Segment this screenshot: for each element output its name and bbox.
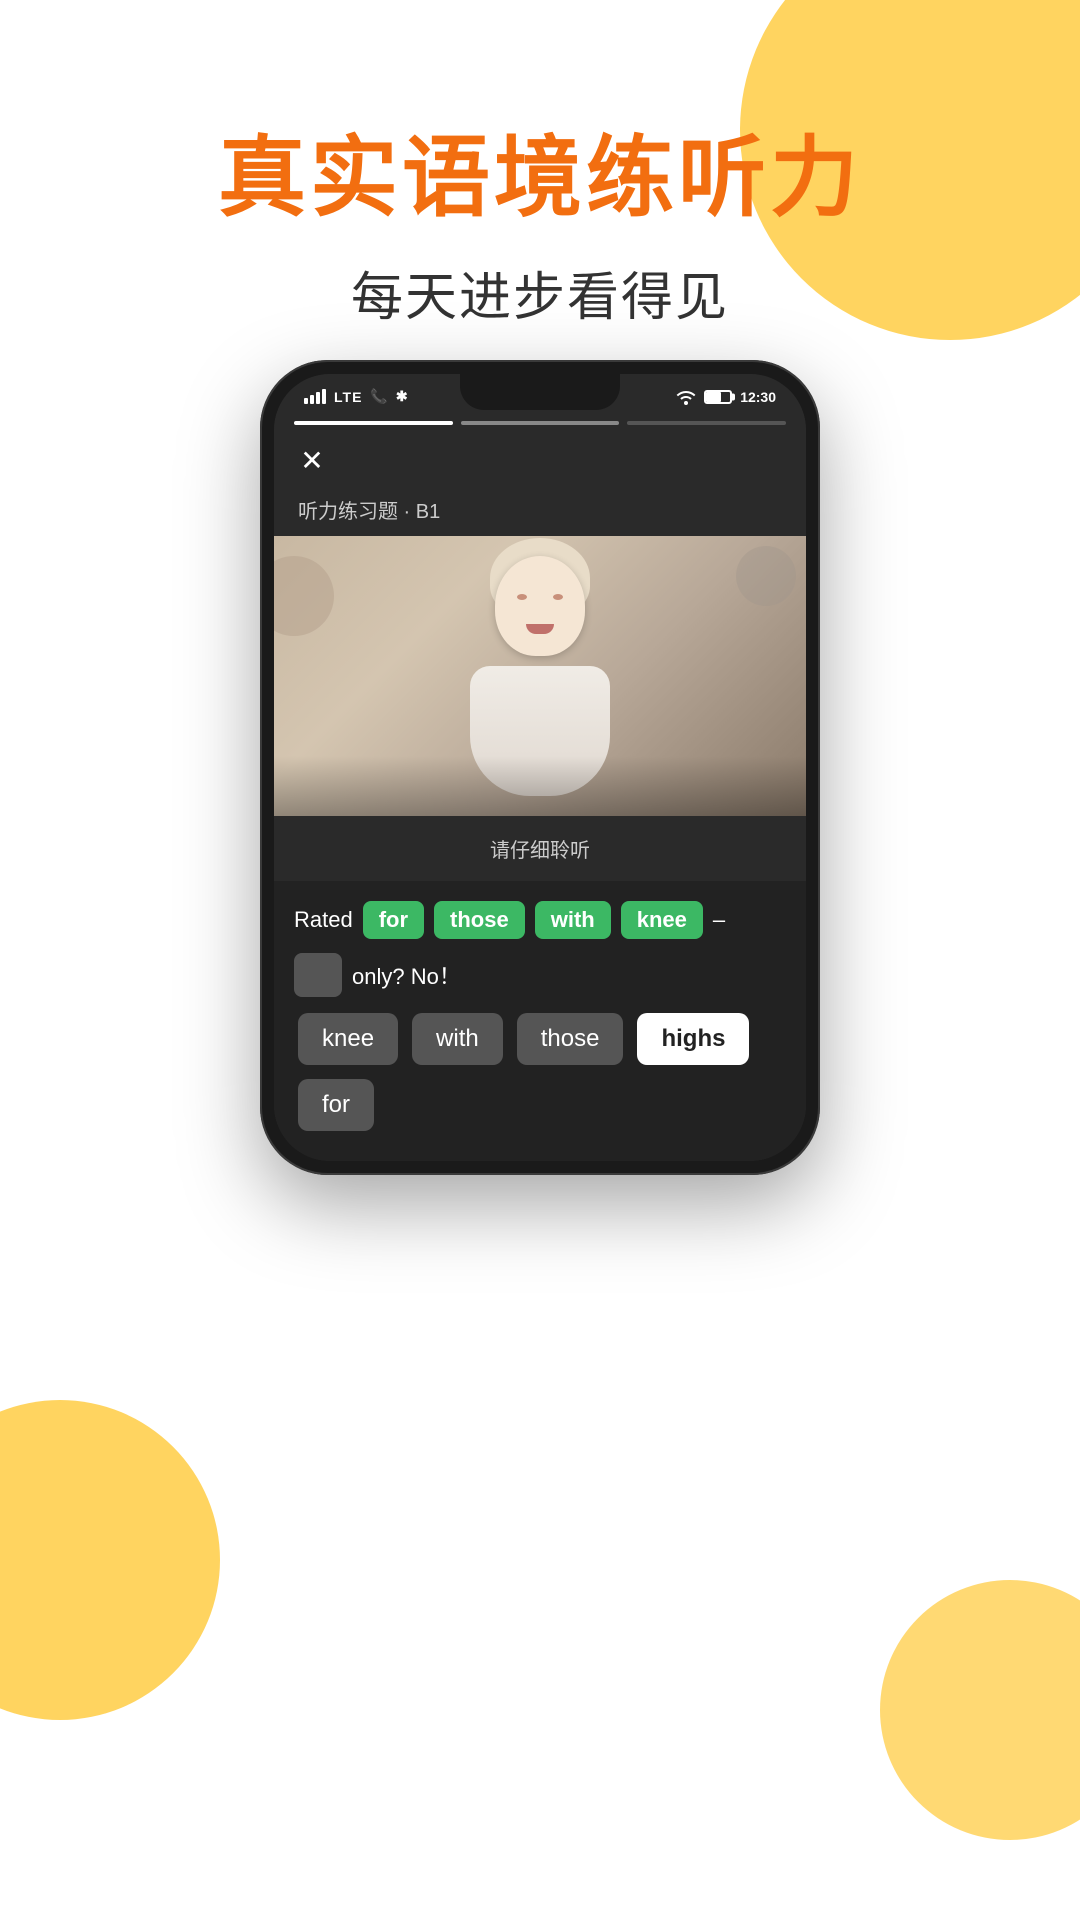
progress-seg-2: [461, 421, 620, 425]
bar1: [304, 398, 308, 404]
word-tag-for[interactable]: for: [363, 901, 424, 939]
close-icon: ✕: [300, 447, 323, 475]
bar2: [310, 395, 314, 404]
video-overlay: [274, 756, 806, 816]
choice-those[interactable]: those: [517, 1013, 624, 1065]
bluetooth-icon: ✱: [396, 388, 408, 405]
choice-knee[interactable]: knee: [298, 1013, 398, 1065]
deco-circle-bottom-right: [880, 1580, 1080, 1840]
dash-text: –: [713, 907, 725, 933]
notch: [460, 374, 620, 410]
char-head: [495, 556, 585, 656]
progress-area: [274, 413, 806, 437]
sentence-rated: Rated: [294, 907, 353, 933]
status-bar: LTE 📞 ✱ 12:30: [274, 374, 806, 413]
word-tag-with[interactable]: with: [535, 901, 611, 939]
sentence-line-2: only? No！: [294, 953, 786, 997]
battery-icon: [704, 390, 732, 404]
phone-inner: LTE 📞 ✱ 12:30: [274, 374, 806, 1161]
time-display: 12:30: [740, 389, 776, 405]
signal-label: LTE: [334, 389, 362, 405]
close-row: ✕: [274, 437, 806, 491]
sentence-line-1: Rated for those with knee –: [294, 901, 786, 939]
word-tag-those[interactable]: those: [434, 901, 525, 939]
word-choices: knee with those highs for: [294, 1013, 786, 1131]
header-section: 真实语境练听力 每天进步看得见: [0, 0, 1080, 330]
status-right: 12:30: [676, 389, 776, 405]
instruction-text: 请仔细聆听: [274, 816, 806, 881]
bar4: [322, 389, 326, 404]
second-line-text: only? No！: [352, 959, 461, 991]
wifi-icon: [676, 389, 696, 405]
status-left: LTE 📞 ✱: [304, 388, 408, 405]
phone-mockup: LTE 📞 ✱ 12:30: [260, 360, 820, 1175]
progress-seg-3: [627, 421, 786, 425]
close-button[interactable]: ✕: [294, 443, 330, 479]
battery-fill: [706, 392, 720, 402]
choice-with[interactable]: with: [412, 1013, 503, 1065]
phone-outer: LTE 📞 ✱ 12:30: [260, 360, 820, 1175]
choice-for[interactable]: for: [298, 1079, 374, 1131]
bar3: [316, 392, 320, 404]
progress-seg-1: [294, 421, 453, 425]
blank-box[interactable]: [294, 953, 342, 997]
answer-panel: Rated for those with knee – only? No！ kn…: [274, 881, 806, 1161]
signal-bars: [304, 389, 326, 404]
choice-highs[interactable]: highs: [637, 1013, 749, 1065]
video-frame: [274, 536, 806, 816]
exercise-label: 听力练习题 · B1: [274, 491, 806, 536]
sub-title: 每天进步看得见: [0, 255, 1080, 330]
main-title: 真实语境练听力: [0, 130, 1080, 227]
word-tag-knee[interactable]: knee: [621, 901, 703, 939]
deco-circle-bottom-left: [0, 1400, 220, 1720]
call-icon: 📞: [370, 388, 387, 405]
